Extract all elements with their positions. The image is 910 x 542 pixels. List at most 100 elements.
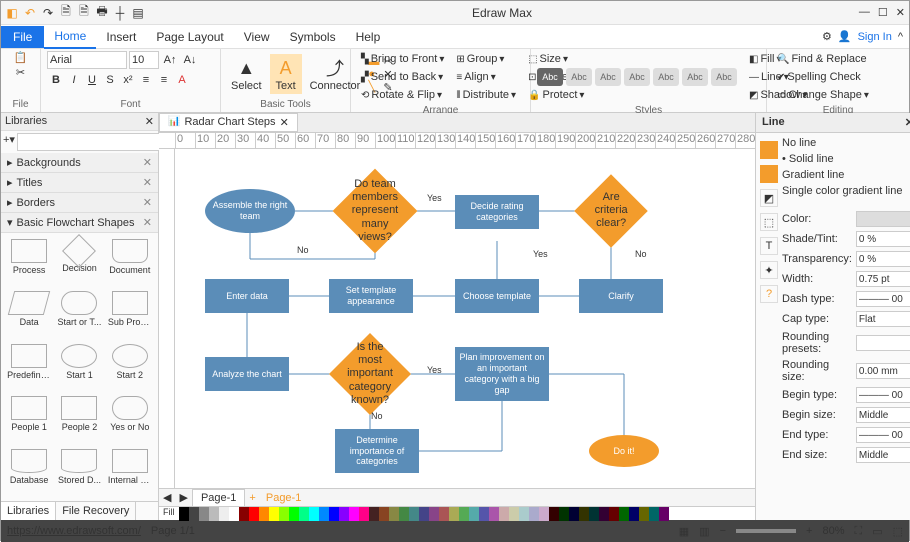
zoom-in-icon[interactable]: + — [806, 525, 812, 537]
shadow-category-icon[interactable]: ◩ — [760, 189, 778, 207]
shape-item[interactable]: Start or T... — [55, 289, 103, 339]
shape-item[interactable]: People 1 — [5, 394, 53, 444]
flowchart-node[interactable]: Enter data — [205, 279, 289, 313]
font-family-select[interactable] — [47, 51, 127, 69]
shape-item[interactable]: Sub Proc... — [106, 289, 154, 339]
shape-item[interactable]: Stored D... — [55, 447, 103, 497]
tab-symbols[interactable]: Symbols — [280, 26, 346, 48]
style-chip[interactable]: Abc — [595, 68, 621, 86]
shape-item[interactable]: People 2 — [55, 394, 103, 444]
close-icon[interactable]: ✕ — [905, 116, 910, 129]
send-back-button[interactable]: ▞ Send to Back ▾ — [357, 69, 448, 85]
line-type-option[interactable]: Single color gradient line — [782, 185, 910, 197]
search-input[interactable] — [17, 133, 165, 151]
lib-section-flowchart[interactable]: ▾ Basic Flowchart Shapes✕ — [1, 213, 158, 233]
strike-button[interactable]: S — [101, 71, 119, 89]
flowchart-node[interactable]: Clarify — [579, 279, 663, 313]
fill-category-icon[interactable] — [760, 141, 778, 159]
tab-view[interactable]: View — [234, 26, 280, 48]
color-swatch[interactable] — [399, 507, 409, 521]
end-type-input[interactable] — [856, 427, 910, 443]
bring-front-button[interactable]: ▚ Bring to Front ▾ — [357, 51, 448, 67]
shape-item[interactable]: Start 2 — [106, 342, 154, 392]
flowchart-node[interactable]: Determine importance of categories — [335, 429, 419, 473]
flowchart-node[interactable]: Do team members represent many views? — [333, 169, 418, 254]
style-chip[interactable]: Abc — [653, 68, 679, 86]
add-library-icon[interactable]: +▾ — [3, 133, 15, 151]
tab-insert[interactable]: Insert — [96, 26, 146, 48]
color-swatch[interactable] — [489, 507, 499, 521]
line-type-option[interactable]: No line — [782, 137, 910, 149]
font-size-select[interactable] — [129, 51, 159, 69]
close-icon[interactable]: ✕ — [280, 116, 289, 129]
rounding-preset-input[interactable] — [856, 335, 910, 351]
color-swatch[interactable] — [209, 507, 219, 521]
style-chip[interactable]: Abc — [682, 68, 708, 86]
italic-button[interactable]: I — [65, 71, 83, 89]
shape-item[interactable]: Process — [5, 237, 53, 287]
flowchart-node[interactable]: Set template appearance — [329, 279, 413, 313]
lib-section-titles[interactable]: ▸ Titles✕ — [1, 173, 158, 193]
color-swatch[interactable] — [289, 507, 299, 521]
distribute-button[interactable]: ⫴ Distribute ▾ — [452, 87, 520, 103]
style-chip[interactable]: Abc — [566, 68, 592, 86]
options-icon[interactable]: ⚙ — [822, 30, 832, 43]
fit-icon[interactable]: ⬚ — [893, 525, 903, 538]
qat-icon[interactable]: 🗎 — [77, 6, 91, 20]
minimize-icon[interactable]: — — [859, 6, 870, 19]
color-swatch[interactable] — [649, 507, 659, 521]
color-swatch[interactable] — [659, 507, 669, 521]
line-type-option[interactable]: Gradient line — [782, 169, 910, 181]
shape-item[interactable]: Database — [5, 447, 53, 497]
color-swatch[interactable] — [359, 507, 369, 521]
group-button[interactable]: ⊞ Group ▾ — [452, 51, 520, 67]
color-swatch[interactable] — [499, 507, 509, 521]
close-icon[interactable]: ✕ — [143, 196, 152, 209]
lib-section-borders[interactable]: ▸ Borders✕ — [1, 193, 158, 213]
color-swatch[interactable] — [299, 507, 309, 521]
dash-input[interactable] — [856, 291, 910, 307]
undo-icon[interactable]: ↶ — [23, 6, 37, 20]
text-category-icon[interactable]: T — [760, 237, 778, 255]
color-swatch[interactable] — [449, 507, 459, 521]
color-swatch[interactable] — [349, 507, 359, 521]
color-swatch[interactable] — [479, 507, 489, 521]
color-swatch[interactable] — [329, 507, 339, 521]
close-icon[interactable]: ✕ — [143, 156, 152, 169]
font-color-button[interactable]: A — [173, 71, 191, 89]
end-size-input[interactable] — [856, 447, 910, 463]
flowchart-node[interactable]: Assemble the right team — [205, 189, 295, 233]
document-tab[interactable]: 📊 Radar Chart Steps ✕ — [159, 113, 298, 132]
redo-icon[interactable]: ↷ — [41, 6, 55, 20]
color-swatch[interactable] — [539, 507, 549, 521]
fit-icon[interactable]: ⛶ — [854, 525, 862, 538]
flowchart-node[interactable]: Do it! — [589, 435, 659, 467]
color-swatch[interactable] — [189, 507, 199, 521]
status-url[interactable]: https://www.edrawsoft.com/ — [7, 525, 141, 537]
color-swatch[interactable] — [279, 507, 289, 521]
view-icon[interactable]: ▥ — [699, 525, 709, 538]
begin-type-input[interactable] — [856, 387, 910, 403]
lib-tab-libraries[interactable]: Libraries — [1, 502, 56, 520]
shape-item[interactable]: Internal S... — [106, 447, 154, 497]
transparency-input[interactable] — [856, 251, 910, 267]
color-swatch[interactable] — [629, 507, 639, 521]
color-swatch[interactable] — [439, 507, 449, 521]
fit-icon[interactable]: ▭ — [872, 525, 882, 538]
find-replace-button[interactable]: 🔍 Find & Replace — [773, 51, 871, 67]
sign-in-link[interactable]: Sign In — [858, 31, 892, 43]
page-tab[interactable]: Page-1 — [192, 489, 245, 507]
zoom-slider[interactable] — [736, 529, 796, 533]
shape-item[interactable]: Document — [106, 237, 154, 287]
print-icon[interactable]: 🖶 — [95, 6, 109, 20]
color-swatch[interactable] — [369, 507, 379, 521]
style-chip[interactable]: Abc — [711, 68, 737, 86]
user-icon[interactable]: 👤 — [838, 30, 852, 43]
change-shape-button[interactable]: ▭ Change Shape ▾ — [773, 87, 873, 103]
shape-item[interactable]: Yes or No — [106, 394, 154, 444]
shape-item[interactable]: Data — [5, 289, 53, 339]
help-category-icon[interactable]: ? — [760, 285, 778, 303]
color-swatch[interactable] — [239, 507, 249, 521]
color-swatch[interactable] — [559, 507, 569, 521]
line-category-icon[interactable] — [760, 165, 778, 183]
